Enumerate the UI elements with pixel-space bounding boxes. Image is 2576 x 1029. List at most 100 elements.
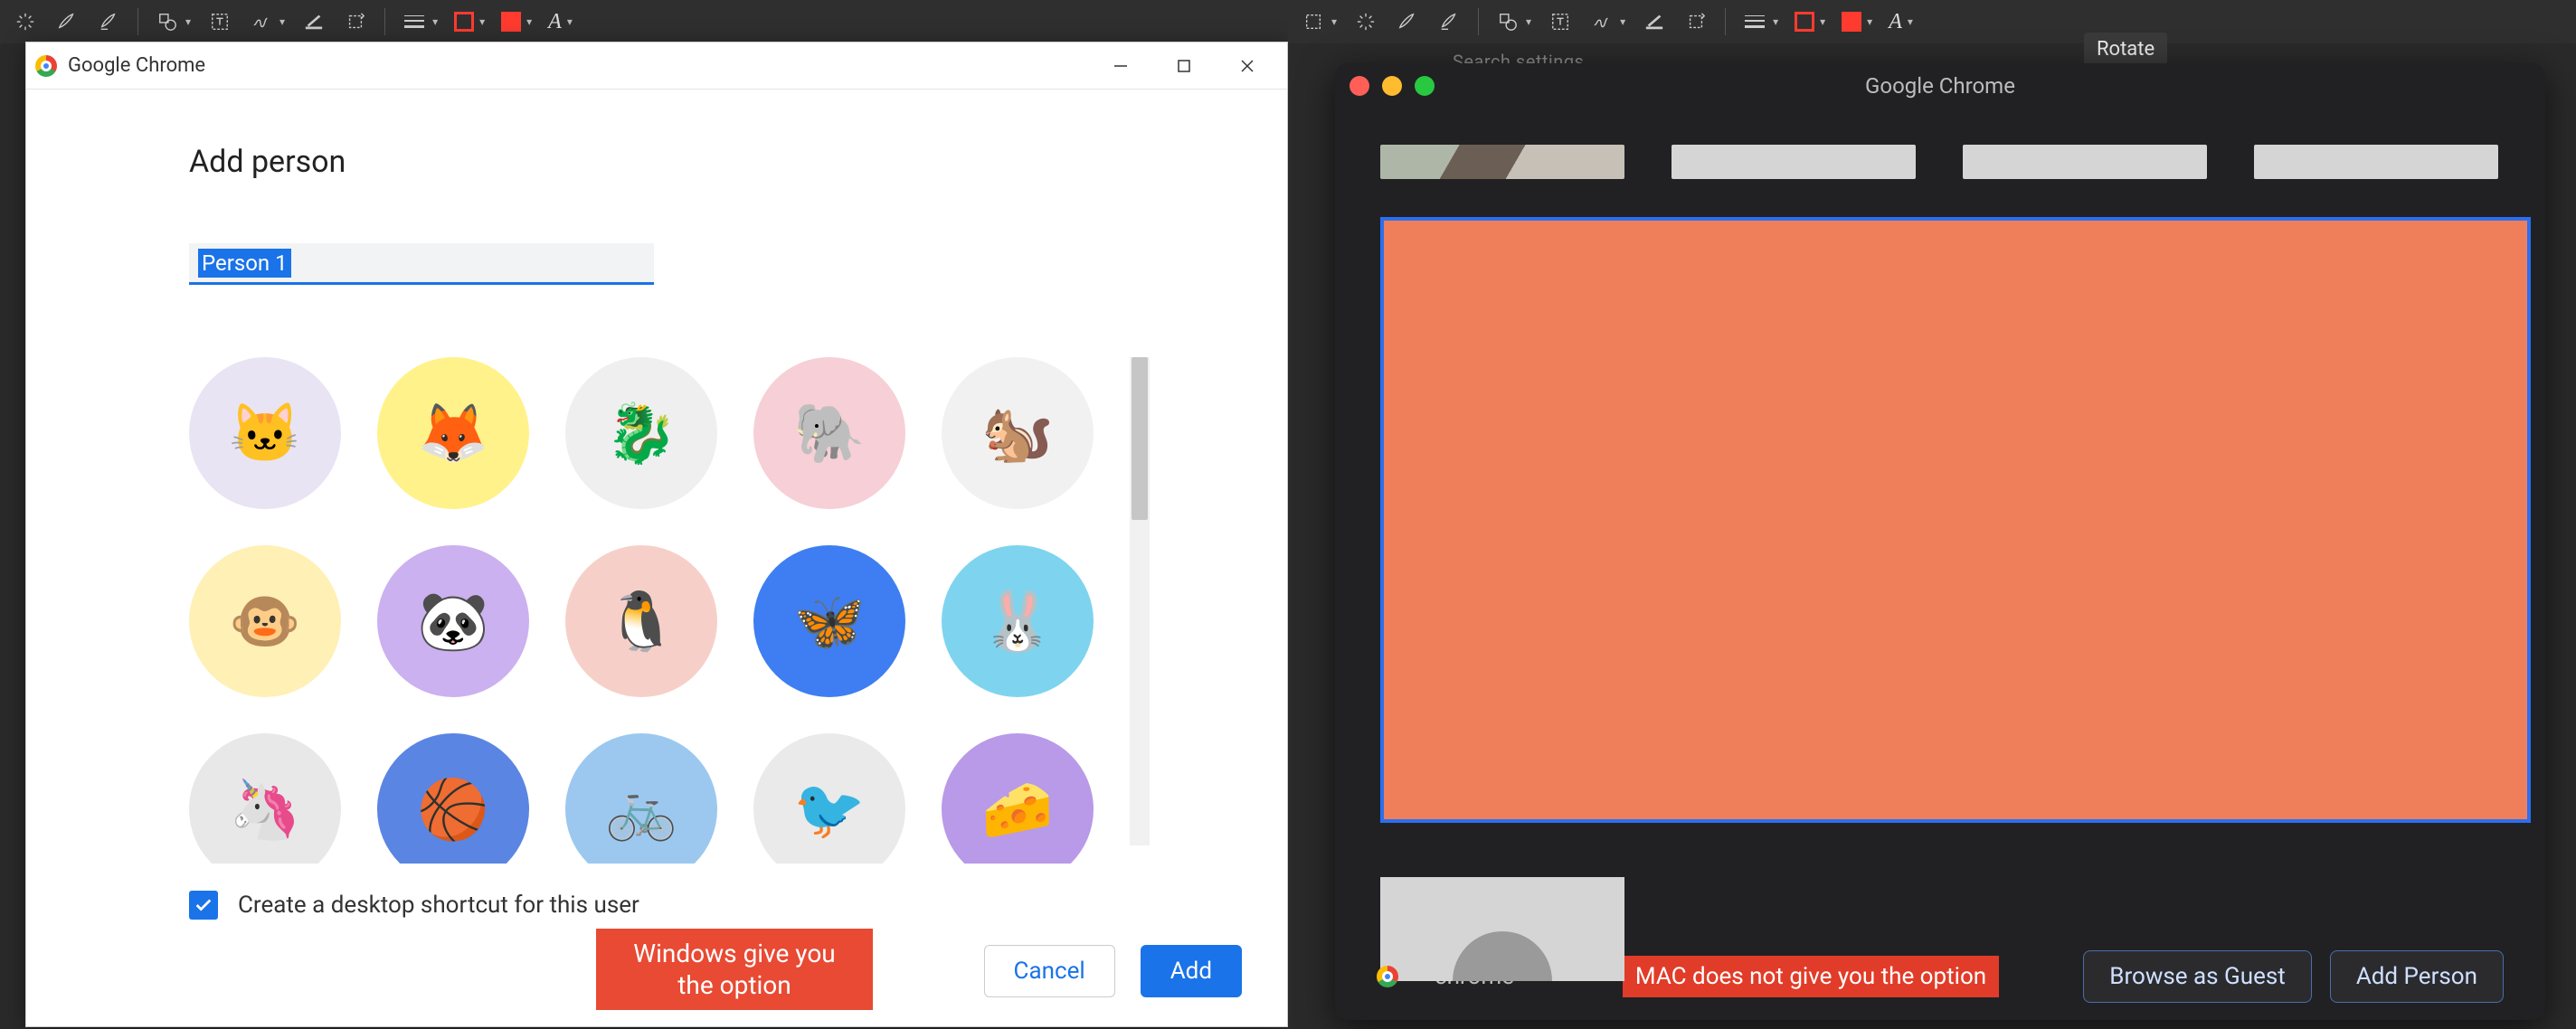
avatar-origami-penguin[interactable]: 🐧 bbox=[565, 545, 717, 697]
eraser-icon[interactable] bbox=[96, 9, 121, 34]
toolbar-right: ▾ ▾ ▾ ▾ ▾ bbox=[1288, 0, 2576, 43]
selection-tool[interactable]: ▾ bbox=[1301, 9, 1337, 34]
chevron-down-icon: ▾ bbox=[432, 15, 438, 28]
chevron-down-icon: ▾ bbox=[279, 15, 285, 28]
dialog-buttons: Cancel Add bbox=[984, 945, 1242, 997]
chevron-down-icon: ▾ bbox=[1620, 15, 1625, 28]
brush-icon[interactable] bbox=[54, 9, 80, 34]
chevron-down-icon: ▾ bbox=[1867, 15, 1872, 28]
chevron-down-icon: ▾ bbox=[1331, 15, 1337, 28]
fill-color-tool[interactable]: ▾ bbox=[1842, 12, 1872, 32]
chevron-down-icon: ▾ bbox=[567, 15, 573, 28]
chrome-logo-icon bbox=[35, 55, 57, 77]
window-title: Google Chrome bbox=[1335, 73, 2545, 99]
chrome-profile-manager-window: Google Chrome chrome bbox=[1335, 63, 2545, 1020]
avatar-placeholder-icon bbox=[1453, 931, 1552, 981]
scrollbar-thumb[interactable] bbox=[1132, 357, 1148, 520]
shape-icon bbox=[155, 9, 180, 34]
line-weight-tool[interactable]: ▾ bbox=[1742, 9, 1778, 34]
avatar-origami-unicorn[interactable]: 🦄 bbox=[189, 733, 341, 864]
shape-icon bbox=[1495, 9, 1520, 34]
avatar-origami-fox[interactable]: 🦊 bbox=[377, 357, 529, 509]
shortcut-row: Create a desktop shortcut for this user bbox=[189, 891, 1151, 920]
avatar-basketball[interactable]: 🏀 bbox=[377, 733, 529, 864]
font-tool[interactable]: A ▾ bbox=[1889, 10, 1913, 34]
signature-icon bbox=[1589, 9, 1615, 34]
avatar-origami-butterfly[interactable]: 🦋 bbox=[753, 545, 905, 697]
avatar-chooser: 🐱🦊🐉🐘🐿️ 🐵🐼🐧🦋🐰 🦄 🏀 🚲 🐦 🧀 bbox=[189, 357, 1151, 864]
window-titlebar: Google Chrome bbox=[26, 42, 1287, 90]
minimize-button[interactable] bbox=[1106, 52, 1135, 80]
shape-tool[interactable]: ▾ bbox=[155, 9, 191, 34]
add-person-button[interactable]: Add Person bbox=[2330, 950, 2504, 1003]
eraser-icon[interactable] bbox=[1436, 9, 1462, 34]
window-title: Google Chrome bbox=[68, 54, 205, 77]
stroke-color-tool[interactable]: ▾ bbox=[454, 12, 485, 32]
signature-tool[interactable]: ▾ bbox=[1589, 9, 1625, 34]
redact-icon[interactable] bbox=[1642, 9, 1667, 34]
avatar-origami-squirrel[interactable]: 🐿️ bbox=[942, 357, 1094, 509]
avatar-cheese[interactable]: 🧀 bbox=[942, 733, 1094, 864]
maximize-button[interactable] bbox=[1170, 52, 1198, 80]
profile-card-placeholder[interactable] bbox=[1380, 877, 1624, 981]
window-controls bbox=[1106, 52, 1278, 80]
close-button[interactable] bbox=[1233, 52, 1262, 80]
redact-icon[interactable] bbox=[301, 9, 327, 34]
sparkle-icon[interactable] bbox=[1353, 9, 1378, 34]
chrome-add-person-dialog: Google Chrome Add person Person 1 🐱🦊🐉🐘🐿️… bbox=[25, 42, 1288, 1027]
chevron-down-icon: ▾ bbox=[1773, 15, 1778, 28]
font-icon: A bbox=[548, 10, 562, 34]
avatar-origami-monkey[interactable]: 🐵 bbox=[189, 545, 341, 697]
separator bbox=[1478, 8, 1479, 35]
stroke-swatch-icon bbox=[1795, 12, 1814, 32]
left-pane: ▾ ▾ ▾ ▾ ▾ A ▾ bbox=[0, 0, 1288, 1029]
fill-swatch-icon bbox=[1842, 12, 1861, 32]
avatar-origami-dragon[interactable]: 🐉 bbox=[565, 357, 717, 509]
rotate-icon[interactable] bbox=[1683, 9, 1709, 34]
separator bbox=[1725, 8, 1726, 35]
profile-card[interactable] bbox=[1380, 145, 1624, 179]
font-icon: A bbox=[1889, 10, 1902, 34]
shortcut-checkbox[interactable] bbox=[189, 891, 218, 920]
avatar-origami-rabbit[interactable]: 🐰 bbox=[942, 545, 1094, 697]
sparkle-icon[interactable] bbox=[13, 9, 38, 34]
avatar-bird[interactable]: 🐦 bbox=[753, 733, 905, 864]
text-tool-icon[interactable] bbox=[1548, 9, 1573, 34]
profile-card[interactable] bbox=[1963, 145, 2207, 179]
text-tool-icon[interactable] bbox=[207, 9, 232, 34]
shape-tool[interactable]: ▾ bbox=[1495, 9, 1531, 34]
selection-icon bbox=[1301, 9, 1326, 34]
profile-card[interactable] bbox=[1672, 145, 1916, 179]
chrome-logo-icon bbox=[1377, 966, 1398, 987]
avatar-origami-elephant[interactable]: 🐘 bbox=[753, 357, 905, 509]
brush-icon[interactable] bbox=[1395, 9, 1420, 34]
selected-text: Person 1 bbox=[198, 249, 291, 278]
add-button[interactable]: Add bbox=[1141, 945, 1242, 997]
chevron-down-icon: ▾ bbox=[479, 15, 485, 28]
avatar-origami-cat[interactable]: 🐱 bbox=[189, 357, 341, 509]
fill-swatch-icon bbox=[501, 12, 521, 32]
separator bbox=[137, 8, 138, 35]
stroke-color-tool[interactable]: ▾ bbox=[1795, 12, 1825, 32]
line-weight-icon bbox=[402, 9, 427, 34]
signature-icon bbox=[249, 9, 274, 34]
mac-titlebar: Google Chrome bbox=[1335, 63, 2545, 109]
signature-tool[interactable]: ▾ bbox=[249, 9, 285, 34]
annotation-callout-windows: Windows give you the option bbox=[596, 929, 873, 1010]
fill-color-tool[interactable]: ▾ bbox=[501, 12, 532, 32]
chevron-down-icon: ▾ bbox=[1820, 15, 1825, 28]
annotation-callout-mac: MAC does not give you the option bbox=[1623, 956, 1999, 997]
browse-as-guest-button[interactable]: Browse as Guest bbox=[2083, 950, 2312, 1003]
right-pane: ▾ ▾ ▾ ▾ ▾ bbox=[1288, 0, 2576, 1029]
line-weight-tool[interactable]: ▾ bbox=[402, 9, 438, 34]
dialog-body: Add person Person 1 🐱🦊🐉🐘🐿️🐵🐼🐧🦋🐰🦄🏀🚲🐦🧀 bbox=[26, 90, 1287, 1026]
avatar-origami-panda[interactable]: 🐼 bbox=[377, 545, 529, 697]
annotation-rectangle[interactable] bbox=[1380, 217, 2531, 823]
cancel-button[interactable]: Cancel bbox=[984, 945, 1115, 997]
profile-card[interactable] bbox=[2254, 145, 2498, 179]
chevron-down-icon: ▾ bbox=[185, 15, 191, 28]
font-tool[interactable]: A ▾ bbox=[548, 10, 573, 34]
scrollbar[interactable] bbox=[1130, 357, 1150, 845]
rotate-icon[interactable] bbox=[343, 9, 368, 34]
avatar-bicycle[interactable]: 🚲 bbox=[565, 733, 717, 864]
